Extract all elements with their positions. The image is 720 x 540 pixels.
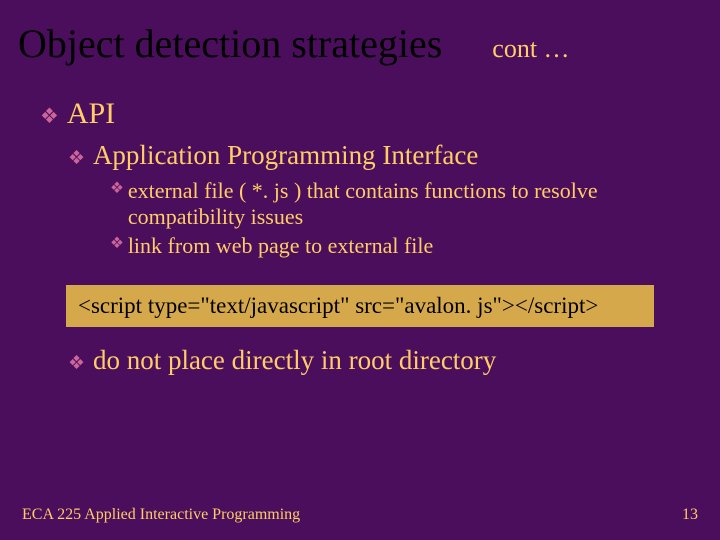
code-example-box: <script type="text/javascript" src="aval… bbox=[66, 285, 654, 327]
footer-course: ECA 225 Applied Interactive Programming bbox=[22, 506, 300, 524]
slide-continuation: cont … bbox=[492, 34, 569, 64]
footer: ECA 225 Applied Interactive Programming … bbox=[0, 506, 720, 524]
footer-page-number: 13 bbox=[682, 506, 698, 524]
slide-title: Object detection strategies bbox=[18, 20, 442, 67]
bullet-level-3: ❖ link from web page to external file bbox=[110, 233, 680, 259]
content-area: ❖ API ❖ Application Programming Interfac… bbox=[0, 67, 720, 379]
bullet-level-2: ❖ do not place directly in root director… bbox=[68, 345, 680, 379]
bullet-text: external file ( *. js ) that contains fu… bbox=[128, 178, 680, 231]
diamond-bullet-icon: ❖ bbox=[40, 100, 59, 134]
code-text: <script type="text/javascript" src="aval… bbox=[78, 293, 598, 318]
diamond-bullet-icon: ❖ bbox=[68, 144, 85, 174]
diamond-bullet-icon: ❖ bbox=[110, 233, 124, 255]
bullet-text: API bbox=[67, 97, 115, 131]
diamond-bullet-icon: ❖ bbox=[110, 178, 124, 200]
bullet-text: do not place directly in root directory bbox=[93, 345, 496, 376]
bullet-level-1: ❖ API bbox=[40, 97, 680, 134]
slide: Object detection strategies cont … ❖ API… bbox=[0, 0, 720, 540]
diamond-bullet-icon: ❖ bbox=[68, 349, 85, 379]
bullet-level-2: ❖ Application Programming Interface bbox=[68, 140, 680, 174]
bullet-text: link from web page to external file bbox=[128, 233, 433, 259]
bullet-text: Application Programming Interface bbox=[93, 140, 478, 171]
title-row: Object detection strategies cont … bbox=[0, 20, 720, 67]
bullet-level-3: ❖ external file ( *. js ) that contains … bbox=[110, 178, 680, 231]
